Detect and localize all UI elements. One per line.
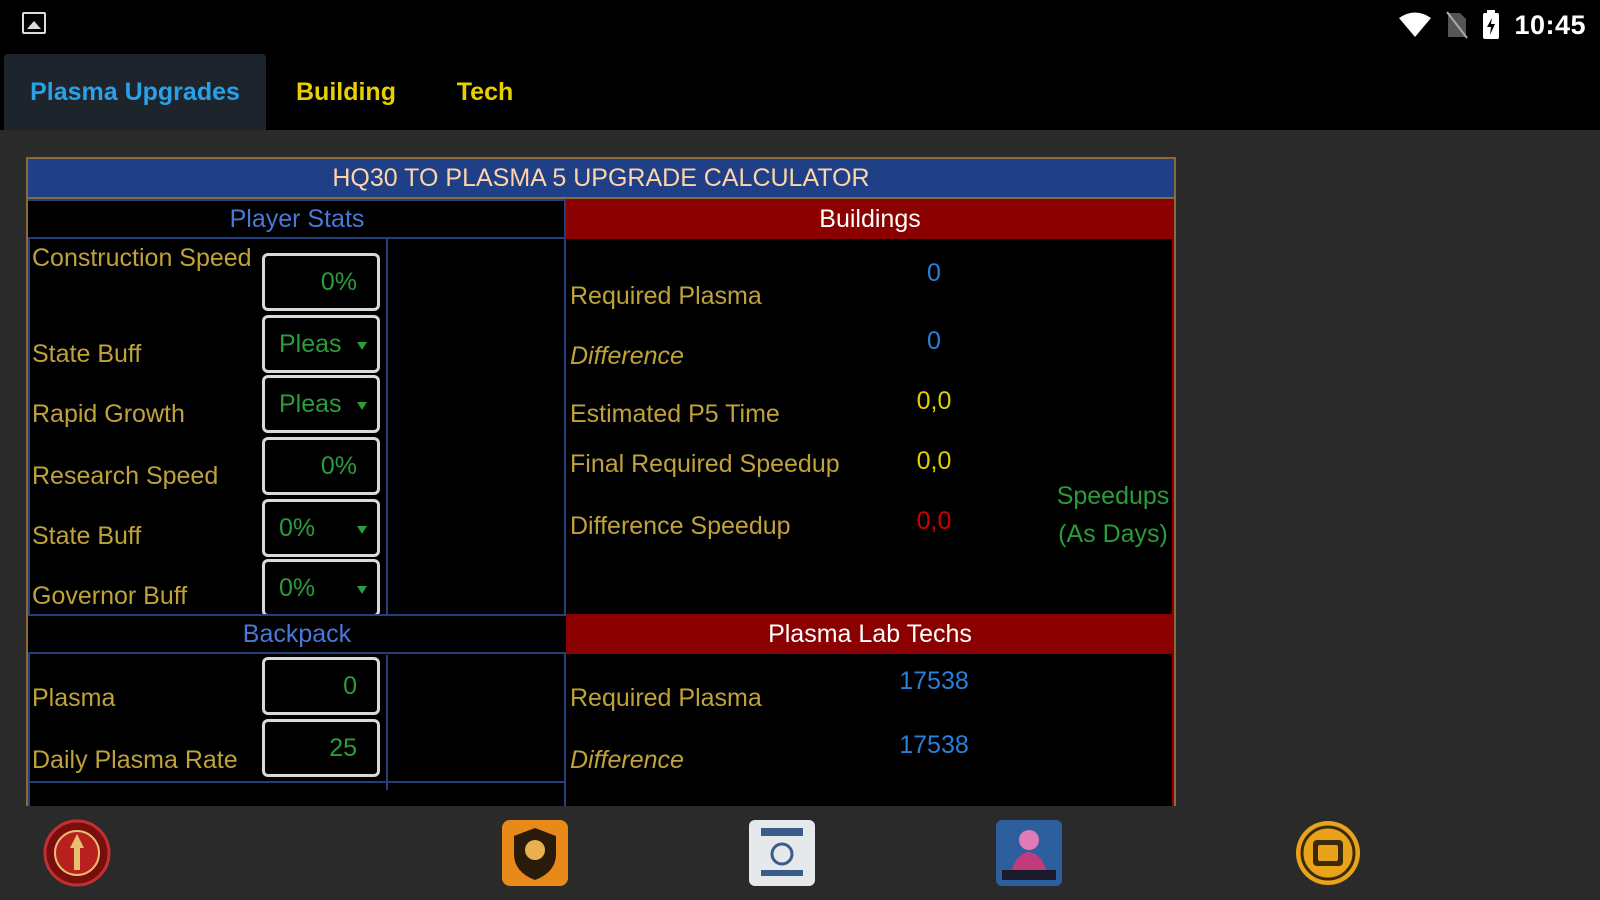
select-value: 0% (279, 573, 316, 602)
bottom-nav (0, 806, 1600, 900)
dropdown-arrow-icon (357, 526, 367, 534)
divider (386, 655, 388, 790)
select-value: Pleas (279, 389, 342, 418)
col-lab-icon[interactable] (1293, 818, 1363, 888)
estimated-p5-time-value: 0,0 (916, 387, 952, 415)
final-required-speedup-label: Final Required Speedup (570, 450, 840, 478)
difference-speedup-label: Difference Speedup (570, 512, 791, 540)
tab-building[interactable]: Building (280, 54, 412, 130)
tab-label: Building (296, 77, 396, 106)
buildings-difference-value: 0 (927, 327, 941, 355)
rapid-growth-label: Rapid Growth (32, 400, 185, 428)
buildings-required-plasma-label: Required Plasma (570, 282, 762, 310)
backpack-heading: Backpack (28, 614, 566, 654)
tab-label: Tech (456, 77, 514, 106)
select-value: Pleas (279, 329, 342, 358)
lab-difference-value: 17538 (899, 731, 969, 759)
shield-badge-icon[interactable] (500, 818, 570, 888)
plasma-label: Plasma (32, 684, 116, 712)
tab-plasma-upgrades[interactable]: Plasma Upgrades (4, 54, 266, 130)
no-sim-icon (1446, 11, 1469, 39)
battery-icon (1483, 10, 1500, 39)
governor-buff-label: Governor Buff (32, 582, 188, 610)
buildings-difference-label: Difference (570, 342, 684, 370)
construction-speed-label: Construction Speed (32, 244, 252, 272)
tab-tech[interactable]: Tech (430, 54, 540, 130)
final-required-speedup-value: 0,0 (916, 447, 952, 475)
speedups-note: Speedups (As Days) (1056, 482, 1170, 548)
lab-required-plasma-value: 17538 (899, 667, 969, 695)
dropdown-arrow-icon (357, 586, 367, 594)
document-icon[interactable] (747, 818, 817, 888)
plasma-input[interactable]: 0 (262, 657, 380, 715)
calculator-panel: HQ30 TO PLASMA 5 UPGRADE CALCULATOR Play… (26, 157, 1176, 806)
divider (386, 239, 388, 614)
tab-bar: Plasma Upgrades Building Tech (0, 50, 1600, 130)
dropdown-arrow-icon (357, 342, 367, 350)
plasma-lab-techs-heading: Plasma Lab Techs (566, 614, 1174, 654)
daily-plasma-rate-label: Daily Plasma Rate (32, 746, 238, 774)
research-speed-label: Research Speed (32, 462, 219, 490)
governor-buff-select[interactable]: 0% (262, 559, 380, 617)
gallery-notification-icon (22, 12, 46, 34)
difference-speedup-value: 0,0 (916, 507, 952, 535)
divider (564, 199, 566, 806)
buildings-required-plasma-value: 0 (927, 259, 941, 287)
emblem-icon[interactable] (42, 818, 112, 888)
content-area: HQ30 TO PLASMA 5 UPGRADE CALCULATOR Play… (0, 130, 1600, 806)
rapid-growth-select[interactable]: Pleas (262, 375, 380, 433)
lab-required-plasma-label: Required Plasma (570, 684, 762, 712)
estimated-p5-time-label: Estimated P5 Time (570, 400, 780, 428)
status-bar: 10:45 (0, 0, 1600, 50)
character-icon[interactable] (994, 818, 1064, 888)
player-stats-heading: Player Stats (28, 199, 566, 239)
state-buff-select[interactable]: Pleas (262, 315, 380, 373)
state-buff-research-select[interactable]: 0% (262, 499, 380, 557)
clock: 10:45 (1514, 9, 1586, 40)
state-buff-research-label: State Buff (32, 522, 142, 550)
divider (28, 781, 566, 783)
lab-difference-label: Difference (570, 746, 684, 774)
divider (28, 239, 30, 806)
research-speed-input[interactable]: 0% (262, 437, 380, 495)
wifi-icon (1399, 12, 1432, 37)
buildings-heading: Buildings (566, 199, 1174, 239)
daily-plasma-rate-input[interactable]: 25 (262, 719, 380, 777)
tab-label: Plasma Upgrades (30, 77, 240, 106)
construction-speed-input[interactable]: 0% (262, 253, 380, 311)
dropdown-arrow-icon (357, 402, 367, 410)
state-buff-label: State Buff (32, 340, 142, 368)
calculator-title: HQ30 TO PLASMA 5 UPGRADE CALCULATOR (28, 159, 1174, 199)
select-value: 0% (279, 513, 316, 542)
